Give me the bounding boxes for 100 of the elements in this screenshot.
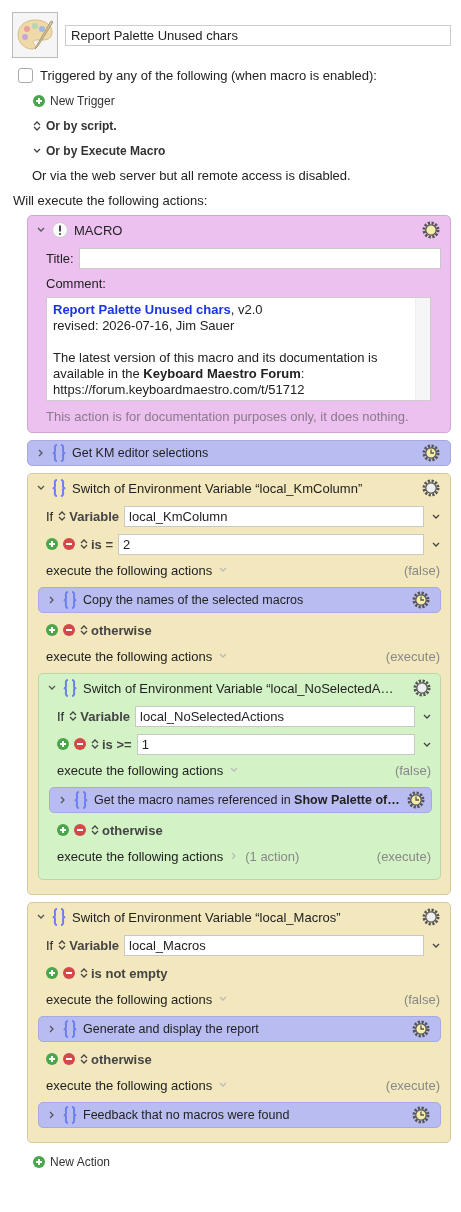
web-server-note: Or via the web server but all remote access is disabled. (32, 168, 351, 183)
trigger-checkbox[interactable] (18, 68, 33, 83)
gear-clock-icon[interactable] (411, 590, 431, 610)
if-label: If (46, 508, 54, 524)
add-icon[interactable] (46, 1053, 58, 1065)
group-action-bar[interactable]: Feedback that no macros were found (38, 1102, 441, 1128)
action-title: Get the macro names referenced in Show Palette of… (94, 793, 400, 807)
comment-label: Comment: (46, 276, 106, 291)
braces-icon (74, 791, 88, 809)
exclamation-icon (52, 222, 68, 238)
macro-name-field[interactable]: Report Palette Unused chars (65, 24, 451, 46)
comment-note: This action is for documentation purposes only, it does nothing. (46, 409, 409, 424)
case-status: (false) (403, 991, 440, 1007)
case-status: (false) (394, 762, 431, 778)
action-title: Switch of Environment Variable “local_KmColumn” (72, 480, 364, 496)
macro-link[interactable]: Report Palette Unused chars (53, 302, 231, 317)
variable-field[interactable]: local_Macros (124, 934, 424, 956)
remove-icon[interactable] (63, 538, 75, 550)
updown-icon (58, 939, 67, 951)
condition-popup[interactable]: is = (80, 536, 114, 552)
comment-line: Report Palette Unused chars, v2.0 (53, 302, 264, 318)
gear-icon[interactable] (421, 907, 441, 927)
comment-line: https://forum.keyboardmaestro.com/t/51712 (53, 382, 306, 398)
gear-clock-icon[interactable] (411, 1105, 431, 1125)
gear-icon[interactable] (412, 678, 432, 698)
updown-icon (80, 967, 88, 979)
gear-icon[interactable] (421, 220, 441, 240)
condition-popup[interactable]: is >= (91, 736, 132, 752)
action-title: Feedback that no macros were found (83, 1108, 291, 1122)
add-icon[interactable] (57, 738, 69, 750)
condition-popup[interactable]: otherwise (80, 1051, 152, 1067)
case-status: (false) (403, 562, 440, 578)
comment-field[interactable] (46, 297, 431, 401)
updown-icon (33, 119, 41, 132)
execute-label: execute the following actions (46, 562, 213, 578)
braces-icon (52, 908, 66, 926)
action-title: Get KM editor selections (72, 446, 210, 460)
braces-icon (63, 679, 77, 697)
group-action-bar[interactable]: Generate and display the report (38, 1016, 441, 1042)
braces-icon (52, 479, 66, 497)
group-action-bar[interactable]: Get KM editor selections (27, 440, 451, 466)
trigger-option[interactable]: Or by Execute Macro (33, 143, 166, 158)
updown-icon (80, 624, 88, 636)
action-title: MACRO (74, 222, 124, 238)
execute-label: execute the following actions (46, 648, 213, 664)
gear-clock-icon[interactable] (421, 443, 441, 463)
source-popup[interactable]: Variable (58, 937, 120, 953)
add-icon[interactable] (46, 538, 58, 550)
add-icon[interactable] (57, 824, 69, 836)
title-field[interactable] (78, 247, 441, 269)
remove-icon[interactable] (63, 967, 75, 979)
updown-icon (58, 510, 67, 522)
action-title: Generate and display the report (83, 1022, 260, 1036)
source-popup[interactable]: Variable (58, 508, 120, 524)
add-icon (33, 1155, 45, 1168)
if-label: If (57, 708, 65, 724)
add-icon (33, 94, 45, 107)
trigger-option[interactable]: Or by script. (33, 118, 117, 133)
updown-icon (69, 710, 78, 722)
case-status: (execute) (385, 1077, 440, 1093)
condition-popup[interactable]: otherwise (91, 822, 163, 838)
value-field[interactable]: 1 (136, 733, 415, 755)
group-action-bar[interactable]: Get the macro names referenced in Show Palette of… (49, 787, 432, 813)
variable-field[interactable]: local_NoSelectedActions (135, 705, 415, 727)
execute-label: execute the following actions (46, 1077, 213, 1093)
source-popup[interactable]: Variable (69, 708, 131, 724)
variable-field[interactable]: local_KmColumn (124, 505, 424, 527)
remove-icon[interactable] (63, 1053, 75, 1065)
condition-popup[interactable]: otherwise (80, 622, 152, 638)
gear-clock-icon[interactable] (405, 790, 426, 810)
title-label: Title: (46, 250, 74, 266)
value-field[interactable]: 2 (118, 533, 424, 555)
comment-line: revised: 2026-07-16, Jim Sauer (53, 318, 236, 334)
braces-icon (63, 591, 77, 609)
updown-icon (91, 738, 99, 750)
gear-clock-icon[interactable] (411, 1019, 431, 1039)
updown-icon (91, 824, 99, 836)
execute-label: execute the following actions (57, 762, 224, 778)
remove-icon[interactable] (63, 624, 75, 636)
remove-icon[interactable] (74, 738, 86, 750)
add-icon[interactable] (46, 624, 58, 636)
condition-popup[interactable]: is not empty (80, 965, 168, 981)
group-action-bar[interactable]: Copy the names of the selected macros (38, 587, 441, 613)
actions-heading: Will execute the following actions: (13, 193, 208, 208)
if-label: If (46, 937, 54, 953)
trigger-label: Triggered by any of the following (when macro is enabled): (40, 68, 377, 83)
braces-icon (52, 444, 66, 462)
add-icon[interactable] (46, 967, 58, 979)
braces-icon (63, 1106, 77, 1124)
action-title: Copy the names of the selected macros (83, 593, 305, 607)
scrollbar[interactable] (415, 298, 430, 400)
updown-icon (80, 1053, 88, 1065)
gear-icon[interactable] (421, 478, 441, 498)
action-title: Switch of Environment Variable “local_NoSelectedA… (83, 680, 395, 696)
remove-icon[interactable] (74, 824, 86, 836)
new-trigger-button[interactable]: New Trigger (33, 93, 115, 108)
new-action-button[interactable]: New Action (33, 1154, 111, 1169)
action-count: (1 action) (245, 848, 300, 864)
updown-icon (80, 538, 88, 550)
comment-line: The latest version of this macro and its documentation is (53, 350, 379, 366)
